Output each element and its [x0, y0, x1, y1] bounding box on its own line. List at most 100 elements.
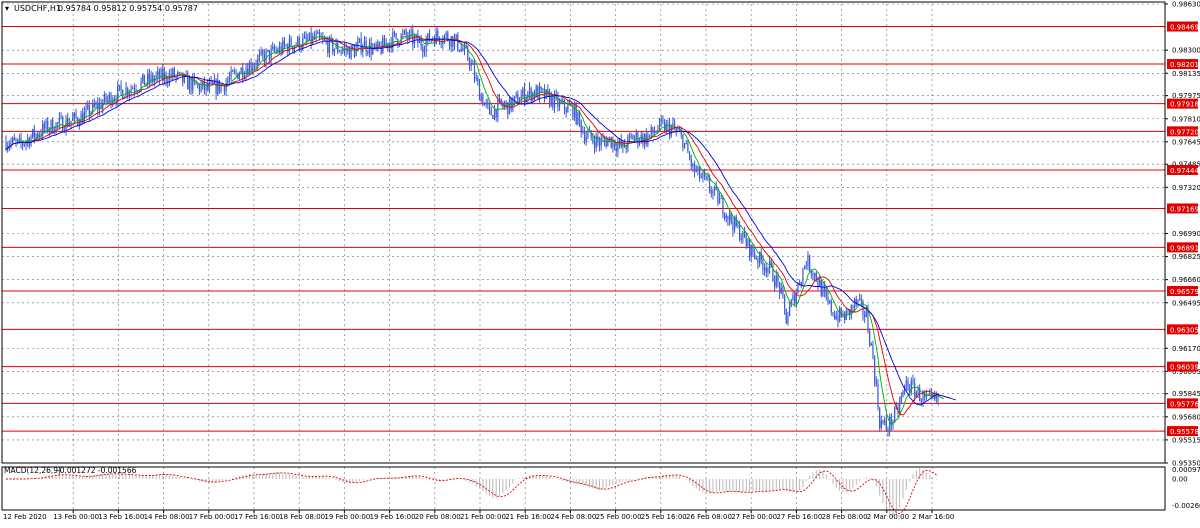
candle-body — [909, 389, 911, 392]
candle-body — [393, 32, 396, 34]
macd-axis: 0.00097 0.00 -0.00266 — [1172, 466, 1200, 510]
candle-body — [884, 420, 886, 423]
candle-body — [162, 69, 164, 80]
candles — [5, 24, 939, 438]
level-label: 0.96891 — [1170, 244, 1199, 252]
price-tick-label: 0.97645 — [1172, 138, 1200, 146]
candle-body — [914, 382, 916, 397]
candle-body — [125, 87, 127, 98]
candle-body — [743, 231, 746, 238]
candle-body — [780, 287, 782, 294]
candle-body — [13, 137, 15, 141]
candle-body — [463, 46, 466, 51]
candle-body — [405, 30, 407, 36]
candle-body — [652, 127, 654, 133]
candle-body — [899, 401, 901, 412]
candle-body — [98, 102, 100, 110]
candle-body — [462, 48, 464, 51]
candle-body — [775, 275, 777, 287]
candle-body — [232, 70, 234, 72]
candle-body — [422, 47, 424, 53]
candle-body — [107, 99, 109, 102]
ohlc-text: 0.95784 0.95812 0.95754 0.95787 — [58, 4, 198, 13]
candle-body — [360, 38, 362, 53]
candle-body — [632, 136, 634, 140]
candle-body — [260, 50, 262, 55]
candle-body — [412, 30, 414, 44]
level-label: 0.96039 — [1170, 364, 1199, 372]
chart-canvas[interactable]: 0.986300.983000.981350.979750.978100.976… — [0, 0, 1200, 524]
candle-body — [333, 48, 336, 53]
candle-body — [859, 298, 861, 300]
candle-body — [160, 69, 162, 79]
candle-body — [894, 408, 896, 421]
candle-body — [32, 129, 34, 137]
candle-body — [5, 141, 7, 150]
candle-body — [565, 109, 567, 113]
candle-body — [358, 38, 361, 42]
candle-body — [829, 300, 831, 303]
candle-body — [800, 281, 802, 285]
candle-body — [874, 357, 876, 382]
candle-body — [488, 104, 491, 109]
time-tick-label: 14 Feb 08:00 — [144, 513, 190, 521]
candle-body — [490, 108, 492, 116]
candle-body — [725, 215, 727, 219]
candle-body — [737, 224, 739, 227]
candle-body — [767, 268, 769, 273]
candle-body — [253, 65, 256, 68]
candle-body — [782, 287, 784, 296]
candle-body — [690, 158, 692, 167]
candle-body — [633, 137, 636, 140]
price-tick-label: 0.96825 — [1172, 253, 1200, 261]
header-arrow-icon[interactable]: ▾ — [5, 4, 9, 13]
candle-body — [455, 34, 457, 38]
candle-body — [472, 62, 474, 65]
time-tick-label: 13 Feb 16:00 — [98, 513, 144, 521]
candle-body — [278, 46, 281, 53]
candle-body — [210, 81, 212, 83]
candle-body — [867, 310, 869, 332]
candle-body — [777, 275, 779, 283]
candle-body — [452, 36, 454, 47]
price-tick-label: 0.97810 — [1172, 115, 1200, 123]
candle-body — [342, 49, 344, 52]
candle-body — [440, 42, 442, 44]
candle-body — [575, 104, 577, 124]
candle-body — [870, 343, 872, 346]
candle-body — [515, 94, 517, 97]
macd-values: -0.001272 -0.001566 — [57, 466, 137, 475]
candle-body — [35, 133, 37, 138]
candle-body — [762, 260, 764, 270]
candle-body — [620, 140, 622, 147]
candle-body — [257, 57, 259, 66]
candle-body — [108, 94, 110, 100]
candle-body — [235, 71, 237, 74]
level-label: 0.97720 — [1170, 128, 1199, 136]
candle-body — [752, 245, 754, 254]
candle-body — [337, 43, 339, 52]
candle-body — [877, 384, 879, 409]
candle-body — [532, 92, 534, 101]
candle-body — [85, 107, 87, 112]
candle-body — [448, 40, 451, 47]
candle-body — [97, 103, 99, 110]
candle-body — [148, 73, 150, 82]
candle-body — [142, 74, 144, 81]
candle-body — [819, 280, 821, 286]
candle-body — [408, 31, 411, 39]
candle-body — [228, 77, 231, 81]
candle-body — [573, 104, 576, 118]
candle-body — [660, 119, 662, 121]
price-tick-label: 0.96170 — [1172, 345, 1200, 353]
candle-body — [615, 147, 617, 152]
candle-body — [582, 132, 584, 133]
candle-body — [250, 62, 252, 70]
candle-body — [723, 214, 726, 219]
candle-body — [712, 190, 714, 194]
candle-body — [282, 40, 284, 53]
candle-body — [817, 280, 819, 286]
candle-body — [60, 116, 62, 118]
candle-body — [353, 48, 356, 57]
level-label: 0.95578 — [1170, 428, 1199, 436]
